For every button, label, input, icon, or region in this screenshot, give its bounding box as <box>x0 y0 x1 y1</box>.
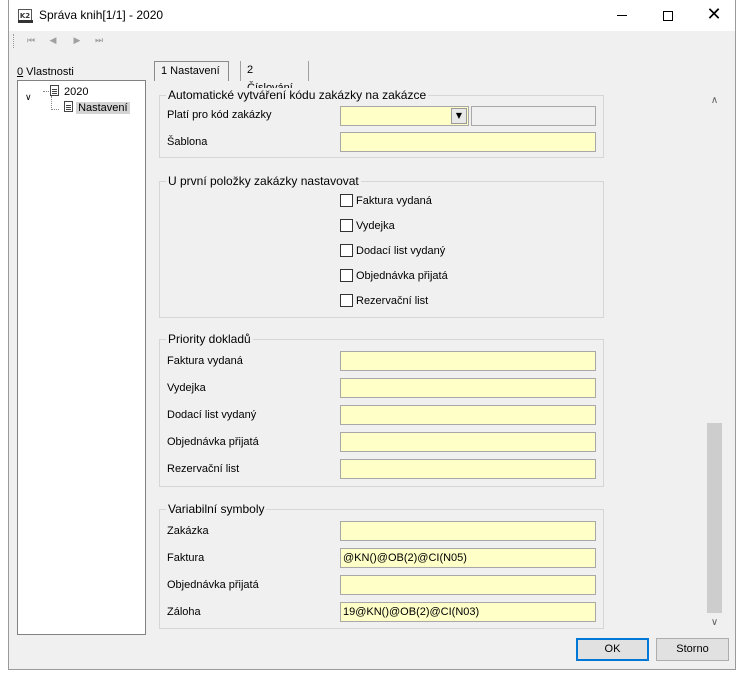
field-label: Vydejka <box>167 382 206 394</box>
field-label: Objednávka přijatá <box>167 436 259 448</box>
field-label: Faktura vydaná <box>167 355 243 367</box>
checkbox-label: Objednávka přijatá <box>356 270 448 282</box>
priority-vydejka-input[interactable] <box>340 378 596 398</box>
checkbox-objednavka[interactable]: Objednávka přijatá <box>340 269 448 283</box>
scroll-thumb[interactable] <box>707 423 722 613</box>
storno-button[interactable]: Storno <box>656 638 729 661</box>
group-title: Variabilní symboly <box>166 502 267 516</box>
first-record-icon: ⏮ <box>26 36 36 46</box>
toolbar-grip[interactable] <box>13 34 15 48</box>
checkbox-vydejka[interactable]: Vydejka <box>340 219 395 233</box>
checkbox-rezervacni-list[interactable]: Rezervační list <box>340 294 428 308</box>
checkbox-label: Dodací list vydaný <box>356 245 446 257</box>
group-auto-code: Automatické vytváření kódu zakázky na za… <box>159 88 604 158</box>
dropdown-arrow-icon[interactable]: ▼ <box>451 108 467 124</box>
tree-label-text: Vlastnosti <box>23 66 74 78</box>
vs-faktura-input[interactable]: @KN()@OB(2)@CI(N05) <box>340 548 596 568</box>
tree-node-nastaveni[interactable]: Nastavení <box>64 101 130 115</box>
group-variable-symbols: Variabilní symboly Zakázka Faktura @KN()… <box>159 502 604 629</box>
vs-zakazka-input[interactable] <box>340 521 596 541</box>
scroll-up-icon[interactable]: ∧ <box>706 92 723 109</box>
group-title: Automatické vytváření kódu zakázky na za… <box>166 88 429 102</box>
vs-zaloha-input[interactable]: 19@KN()@OB(2)@CI(N03) <box>340 602 596 622</box>
minimize-icon <box>617 14 627 16</box>
group-title: U první položky zakázky nastavovat <box>166 174 361 188</box>
navigation-toolbar: ⏮ ◀ ▶ ⏭ <box>9 31 735 51</box>
checkbox[interactable] <box>340 244 353 257</box>
checkbox[interactable] <box>340 194 353 207</box>
app-icon: K2 <box>18 9 33 23</box>
checkbox[interactable] <box>340 294 353 307</box>
checkbox-label: Faktura vydaná <box>356 195 432 207</box>
group-title: Priority dokladů <box>166 332 253 346</box>
tree-label: 0 Vlastnosti <box>17 66 74 78</box>
field-label: Zakázka <box>167 525 209 537</box>
last-record-button[interactable]: ⏭ <box>89 33 109 49</box>
document-icon <box>50 85 59 96</box>
sablona-input[interactable] <box>340 132 596 152</box>
vs-objednavka-input[interactable] <box>340 575 596 595</box>
tree-node-label: 2020 <box>64 86 89 98</box>
checkbox-dodaci-list[interactable]: Dodací list vydaný <box>340 244 445 258</box>
title-bar: K2 Správa knih[1/1] - 2020 ✕ <box>9 0 735 31</box>
next-record-icon: ▶ <box>73 36 81 46</box>
collapse-chevron-icon[interactable]: ∨ <box>25 91 32 105</box>
priority-faktura-input[interactable] <box>340 351 596 371</box>
previous-record-button[interactable]: ◀ <box>43 33 63 49</box>
settings-panel: Automatické vytváření kódu zakázky na za… <box>154 81 707 637</box>
properties-tree[interactable]: ∨ 2020 Nastavení <box>17 80 146 635</box>
checkbox-faktura-vydana[interactable]: Faktura vydaná <box>340 194 432 208</box>
tree-connector <box>51 109 59 110</box>
minimize-button[interactable] <box>599 0 645 31</box>
field-label: Dodací list vydaný <box>167 409 257 421</box>
checkbox-label: Rezervační list <box>356 295 429 307</box>
group-first-item: U první položky zakázky nastavovat Faktu… <box>159 174 604 318</box>
next-record-button[interactable]: ▶ <box>67 33 87 49</box>
dialog-window: K2 Správa knih[1/1] - 2020 ✕ ⏮ ◀ ▶ ⏭ 0 V… <box>8 0 736 670</box>
scroll-down-icon[interactable]: ∨ <box>706 614 723 631</box>
close-icon: ✕ <box>706 4 722 25</box>
checkbox-label: Vydejka <box>356 220 395 232</box>
checkbox[interactable] <box>340 219 353 232</box>
tree-connector <box>51 96 52 110</box>
plati-pro-kod-dropdown[interactable]: ▼ <box>340 106 469 126</box>
tree-node-2020[interactable]: ∨ 2020 <box>18 85 138 103</box>
window-title: Správa knih[1/1] - 2020 <box>39 8 164 22</box>
document-icon <box>64 101 73 112</box>
field-label: Objednávka přijatá <box>167 579 259 591</box>
field-label: Rezervační list <box>167 463 240 475</box>
field-label: Platí pro kód zakázky <box>167 109 272 121</box>
maximize-icon <box>663 10 673 21</box>
checkbox[interactable] <box>340 269 353 282</box>
first-record-button[interactable]: ⏮ <box>21 33 41 49</box>
priority-rezervacni-list-input[interactable] <box>340 459 596 479</box>
previous-record-icon: ◀ <box>49 36 57 46</box>
close-button[interactable]: ✕ <box>691 0 737 31</box>
priority-objednavka-input[interactable] <box>340 432 596 452</box>
maximize-button[interactable] <box>645 0 691 31</box>
tab-nastaveni[interactable]: 1 Nastavení <box>154 61 229 81</box>
priority-dodaci-list-input[interactable] <box>340 405 596 425</box>
field-label: Záloha <box>167 606 201 618</box>
field-label: Faktura <box>167 552 205 564</box>
field-label: Šablona <box>167 136 208 148</box>
tree-connector <box>43 91 49 92</box>
group-priority: Priority dokladů Faktura vydaná Vydejka … <box>159 332 604 487</box>
plati-pro-kod-display <box>471 106 596 126</box>
tab-cislovani[interactable]: 2 Číslování <box>240 61 309 94</box>
last-record-icon: ⏭ <box>94 36 104 46</box>
ok-button[interactable]: OK <box>576 638 649 661</box>
tree-node-label: Nastavení <box>76 102 130 114</box>
vertical-scrollbar[interactable]: ∧ ∨ <box>706 92 723 631</box>
